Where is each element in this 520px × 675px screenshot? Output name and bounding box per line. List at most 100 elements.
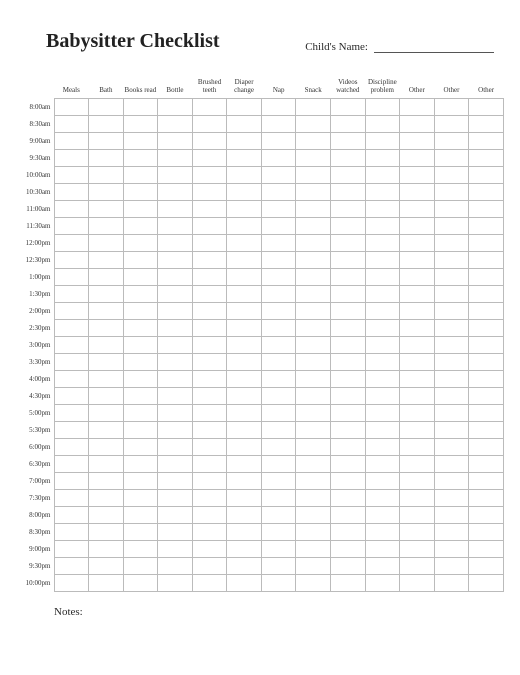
checklist-cell[interactable] — [158, 269, 193, 286]
checklist-cell[interactable] — [296, 150, 331, 167]
checklist-cell[interactable] — [365, 507, 400, 524]
checklist-cell[interactable] — [192, 473, 227, 490]
checklist-cell[interactable] — [469, 405, 504, 422]
checklist-cell[interactable] — [89, 456, 124, 473]
checklist-cell[interactable] — [434, 320, 469, 337]
checklist-cell[interactable] — [434, 184, 469, 201]
checklist-cell[interactable] — [434, 252, 469, 269]
checklist-cell[interactable] — [227, 269, 262, 286]
checklist-cell[interactable] — [331, 507, 366, 524]
checklist-cell[interactable] — [400, 320, 435, 337]
checklist-cell[interactable] — [469, 371, 504, 388]
checklist-cell[interactable] — [365, 388, 400, 405]
checklist-cell[interactable] — [261, 541, 296, 558]
checklist-cell[interactable] — [365, 286, 400, 303]
checklist-cell[interactable] — [158, 235, 193, 252]
checklist-cell[interactable] — [331, 116, 366, 133]
checklist-cell[interactable] — [54, 133, 89, 150]
checklist-cell[interactable] — [89, 473, 124, 490]
checklist-cell[interactable] — [296, 133, 331, 150]
checklist-cell[interactable] — [158, 456, 193, 473]
checklist-cell[interactable] — [192, 439, 227, 456]
checklist-cell[interactable] — [192, 99, 227, 116]
checklist-cell[interactable] — [365, 167, 400, 184]
checklist-cell[interactable] — [296, 218, 331, 235]
checklist-cell[interactable] — [331, 235, 366, 252]
checklist-cell[interactable] — [365, 303, 400, 320]
checklist-cell[interactable] — [89, 303, 124, 320]
checklist-cell[interactable] — [89, 541, 124, 558]
checklist-cell[interactable] — [400, 116, 435, 133]
checklist-cell[interactable] — [469, 575, 504, 592]
checklist-cell[interactable] — [227, 456, 262, 473]
checklist-cell[interactable] — [365, 541, 400, 558]
checklist-cell[interactable] — [400, 269, 435, 286]
checklist-cell[interactable] — [192, 235, 227, 252]
checklist-cell[interactable] — [400, 507, 435, 524]
checklist-cell[interactable] — [434, 541, 469, 558]
checklist-cell[interactable] — [123, 99, 158, 116]
checklist-cell[interactable] — [296, 473, 331, 490]
checklist-cell[interactable] — [227, 371, 262, 388]
checklist-cell[interactable] — [158, 133, 193, 150]
checklist-cell[interactable] — [158, 184, 193, 201]
checklist-cell[interactable] — [158, 371, 193, 388]
checklist-cell[interactable] — [365, 490, 400, 507]
checklist-cell[interactable] — [365, 371, 400, 388]
checklist-cell[interactable] — [123, 388, 158, 405]
checklist-cell[interactable] — [89, 490, 124, 507]
checklist-cell[interactable] — [400, 388, 435, 405]
checklist-cell[interactable] — [54, 354, 89, 371]
checklist-cell[interactable] — [123, 218, 158, 235]
checklist-cell[interactable] — [296, 116, 331, 133]
checklist-cell[interactable] — [192, 337, 227, 354]
checklist-cell[interactable] — [261, 371, 296, 388]
checklist-cell[interactable] — [331, 337, 366, 354]
checklist-cell[interactable] — [296, 167, 331, 184]
checklist-cell[interactable] — [400, 422, 435, 439]
checklist-cell[interactable] — [261, 388, 296, 405]
checklist-cell[interactable] — [227, 235, 262, 252]
checklist-cell[interactable] — [54, 558, 89, 575]
checklist-cell[interactable] — [227, 575, 262, 592]
checklist-cell[interactable] — [469, 286, 504, 303]
checklist-cell[interactable] — [400, 286, 435, 303]
checklist-cell[interactable] — [89, 337, 124, 354]
checklist-cell[interactable] — [54, 422, 89, 439]
checklist-cell[interactable] — [434, 405, 469, 422]
checklist-cell[interactable] — [296, 201, 331, 218]
checklist-cell[interactable] — [192, 150, 227, 167]
checklist-cell[interactable] — [54, 252, 89, 269]
checklist-cell[interactable] — [89, 524, 124, 541]
checklist-cell[interactable] — [331, 269, 366, 286]
checklist-cell[interactable] — [89, 575, 124, 592]
checklist-cell[interactable] — [89, 371, 124, 388]
checklist-cell[interactable] — [261, 235, 296, 252]
checklist-cell[interactable] — [89, 354, 124, 371]
checklist-cell[interactable] — [227, 286, 262, 303]
checklist-cell[interactable] — [400, 303, 435, 320]
checklist-cell[interactable] — [296, 422, 331, 439]
checklist-cell[interactable] — [331, 371, 366, 388]
checklist-cell[interactable] — [123, 320, 158, 337]
checklist-cell[interactable] — [469, 184, 504, 201]
checklist-cell[interactable] — [158, 320, 193, 337]
checklist-cell[interactable] — [469, 388, 504, 405]
checklist-cell[interactable] — [227, 507, 262, 524]
checklist-cell[interactable] — [365, 456, 400, 473]
checklist-cell[interactable] — [331, 541, 366, 558]
checklist-cell[interactable] — [400, 354, 435, 371]
checklist-cell[interactable] — [296, 286, 331, 303]
checklist-cell[interactable] — [296, 320, 331, 337]
checklist-cell[interactable] — [261, 167, 296, 184]
checklist-cell[interactable] — [227, 524, 262, 541]
checklist-cell[interactable] — [434, 507, 469, 524]
checklist-cell[interactable] — [261, 456, 296, 473]
checklist-cell[interactable] — [261, 303, 296, 320]
checklist-cell[interactable] — [261, 218, 296, 235]
checklist-cell[interactable] — [158, 490, 193, 507]
checklist-cell[interactable] — [365, 558, 400, 575]
checklist-cell[interactable] — [227, 337, 262, 354]
checklist-cell[interactable] — [365, 116, 400, 133]
checklist-cell[interactable] — [365, 235, 400, 252]
